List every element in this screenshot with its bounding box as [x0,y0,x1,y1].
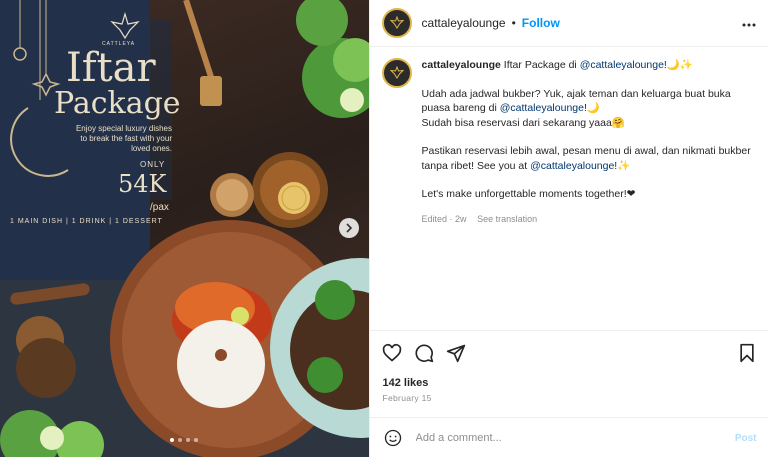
mention-link[interactable]: @cattaleyalounge! [580,59,667,71]
caption-paragraph: Let's make unforgettable moments togethe… [421,188,636,200]
caption-text: cattaleyalounge Iftar Package di @cattal… [422,58,757,226]
post-comment-button[interactable]: Post [735,433,757,444]
carousel-dot [178,438,182,442]
caption-emoji: ✨ [617,159,631,172]
carousel-dot [194,438,198,442]
avatar[interactable] [381,8,412,38]
carousel-dot [186,438,190,442]
price-unit: /pax [150,202,169,213]
edited-timestamp: Edited · 2w [421,213,467,224]
caption-paragraph: Sudah bisa reservasi dari sekarang yaaa🤗 [421,116,625,129]
mention-link[interactable]: @cattaleyalounge! [530,160,617,172]
avatar[interactable] [381,58,412,88]
comment-icon[interactable] [414,343,434,363]
caption-line1: Iftar Package di [500,59,580,71]
cattleya-logo-icon [389,16,404,29]
comment-bar: Post [369,417,768,458]
cattleya-logo-icon [389,66,404,79]
post-media-carousel[interactable]: CATTLEYA Iftar Package Enjoy special lux… [0,0,369,457]
see-translation-link[interactable]: See translation [477,214,537,224]
more-options-button[interactable] [742,14,756,32]
caption-username[interactable]: cattaleyalounge [422,59,501,71]
follow-button[interactable]: Follow [522,16,560,30]
more-horizontal-icon [742,23,756,27]
food-illustration [0,0,369,457]
heart-icon[interactable] [382,343,402,363]
post-side-panel: cattaleyalounge • Follow cattaleyalounge… [368,0,768,458]
action-icons [370,331,768,365]
package-items: 1 MAIN DISH | 1 DRINK | 1 DESSERT [10,218,163,225]
caption-emoji: 🌙✨ [666,59,693,71]
post-actions: 142 likes February 15 [369,330,768,403]
likes-count[interactable]: 142 likes [383,377,768,389]
price-prefix: ONLY [140,160,166,169]
chevron-right-icon [346,223,353,233]
carousel-indicator [170,438,198,442]
header-username[interactable]: cattaleyalounge [422,16,506,30]
caption-emoji: 🌙 [586,102,600,114]
share-icon[interactable] [446,343,466,363]
price: 54K [118,170,167,198]
instagram-post-view: CATTLEYA Iftar Package Enjoy special lux… [0,0,768,457]
post-date: February 15 [382,393,432,403]
post-header: cattaleyalounge • Follow [369,0,768,47]
comment-input[interactable] [413,431,718,445]
header-separator: • [511,16,516,30]
bookmark-icon[interactable] [737,343,757,363]
media-subtitle: Enjoy special luxury dishes to break the… [75,124,172,153]
emoji-icon[interactable] [384,429,402,447]
caption-meta: Edited · 2w See translation [422,212,757,227]
mention-link[interactable]: @cattaleyalounge! [500,102,587,114]
carousel-dot [170,438,174,442]
cattleya-logo-icon [110,12,140,40]
media-title: Iftar Package [54,45,181,121]
post-caption: cattaleyalounge Iftar Package di @cattal… [381,58,757,226]
carousel-next-button[interactable] [339,218,359,238]
